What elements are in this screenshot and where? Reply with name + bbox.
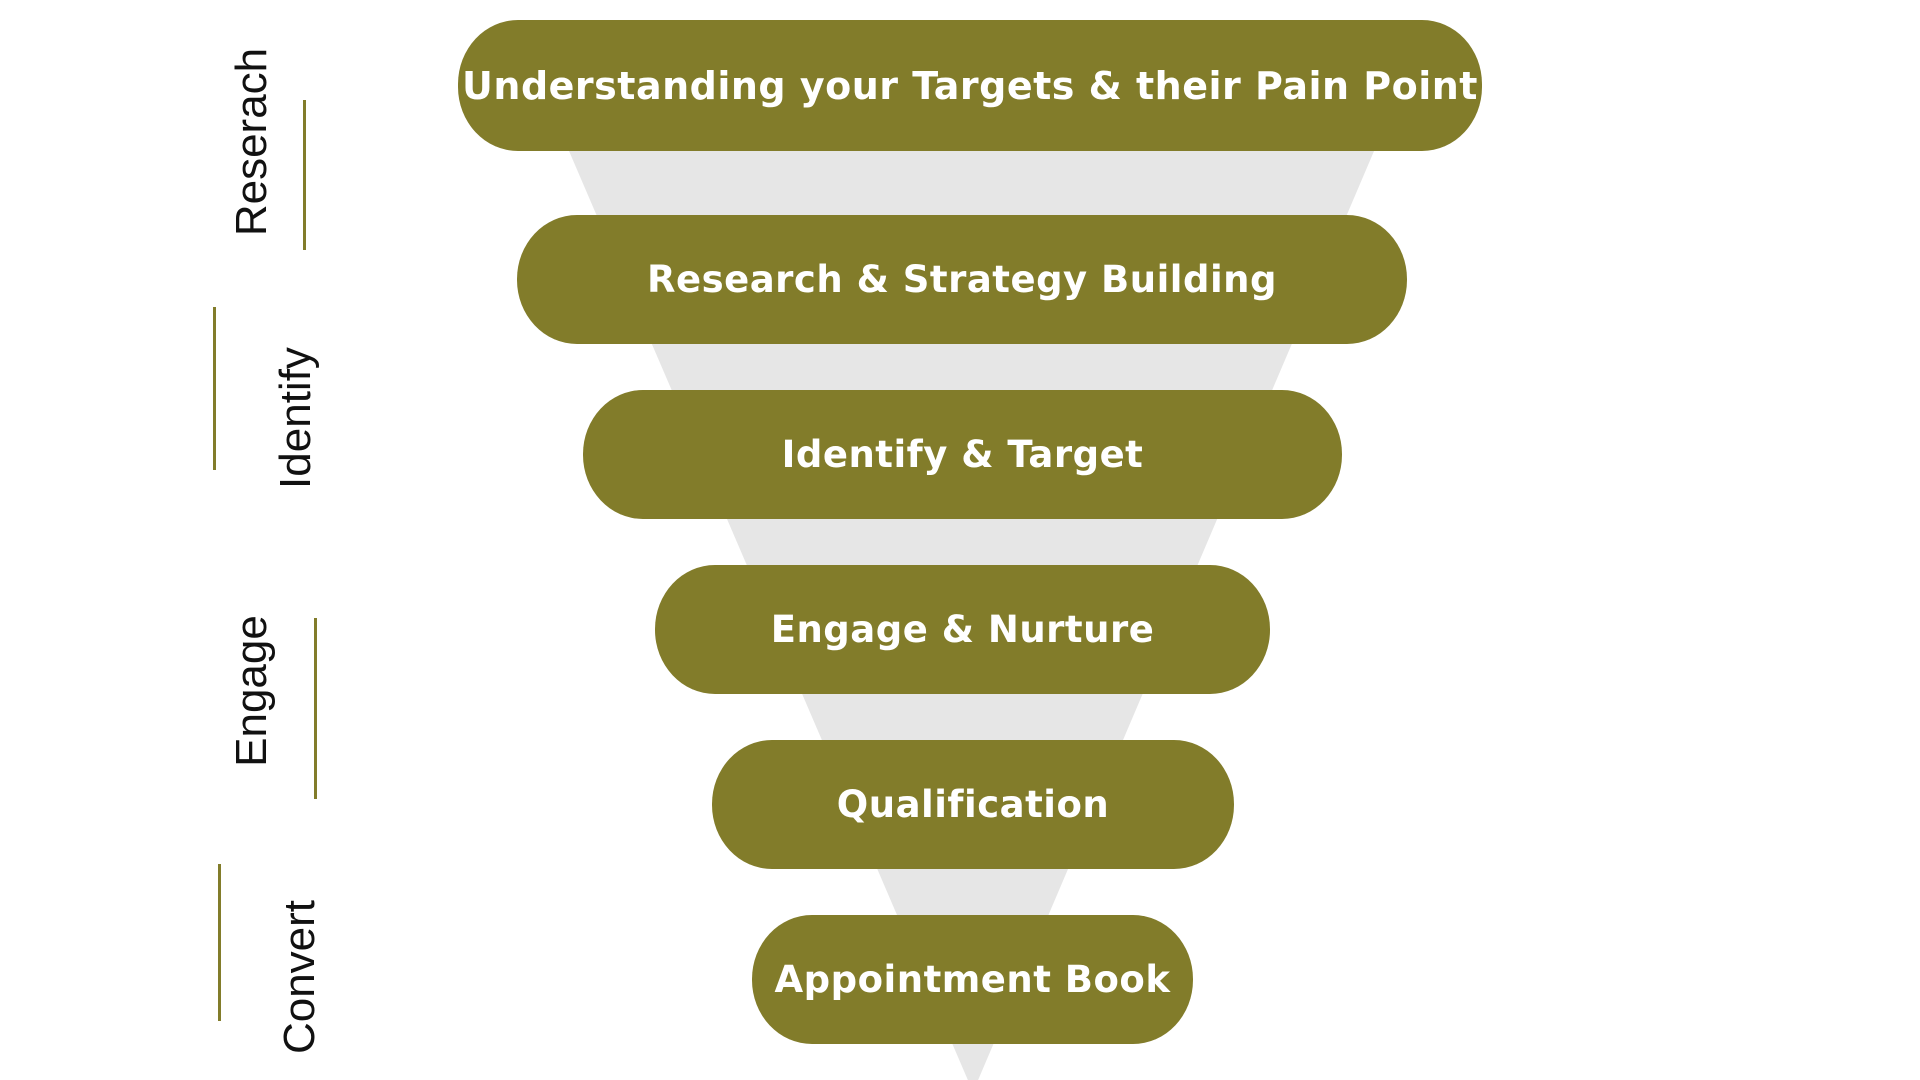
funnel-stage-label: Engage & Nurture — [770, 608, 1155, 651]
funnel-stage-label: Qualification — [836, 783, 1110, 826]
funnel-stage-label: Research & Strategy Building — [647, 258, 1277, 301]
funnel-stage-label: Understanding your Targets & their Pain … — [462, 63, 1478, 108]
phase-divider-engage — [314, 618, 317, 799]
phase-divider-research — [303, 100, 306, 250]
funnel-stage-research-strategy: Research & Strategy Building — [517, 215, 1407, 344]
funnel-stage-label: Identify & Target — [781, 433, 1144, 476]
phase-label-convert: Convert — [275, 899, 324, 1055]
funnel-stage-identify-target: Identify & Target — [583, 390, 1342, 519]
phase-label-identify: Identify — [271, 347, 320, 489]
funnel-diagram: Understanding your Targets & their Pain … — [0, 0, 1920, 1080]
funnel-stage-qualification: Qualification — [712, 740, 1234, 869]
funnel-stage-understanding-targets: Understanding your Targets & their Pain … — [458, 20, 1482, 151]
funnel-stage-appointment-book: Appointment Book — [752, 915, 1193, 1044]
phase-divider-convert — [218, 864, 221, 1021]
phase-divider-identify — [213, 307, 216, 470]
phase-label-engage: Engage — [227, 615, 276, 767]
funnel-stage-label: Appointment Book — [774, 958, 1171, 1001]
phase-label-research: Reserach — [227, 47, 276, 237]
funnel-stage-engage-nurture: Engage & Nurture — [655, 565, 1270, 694]
